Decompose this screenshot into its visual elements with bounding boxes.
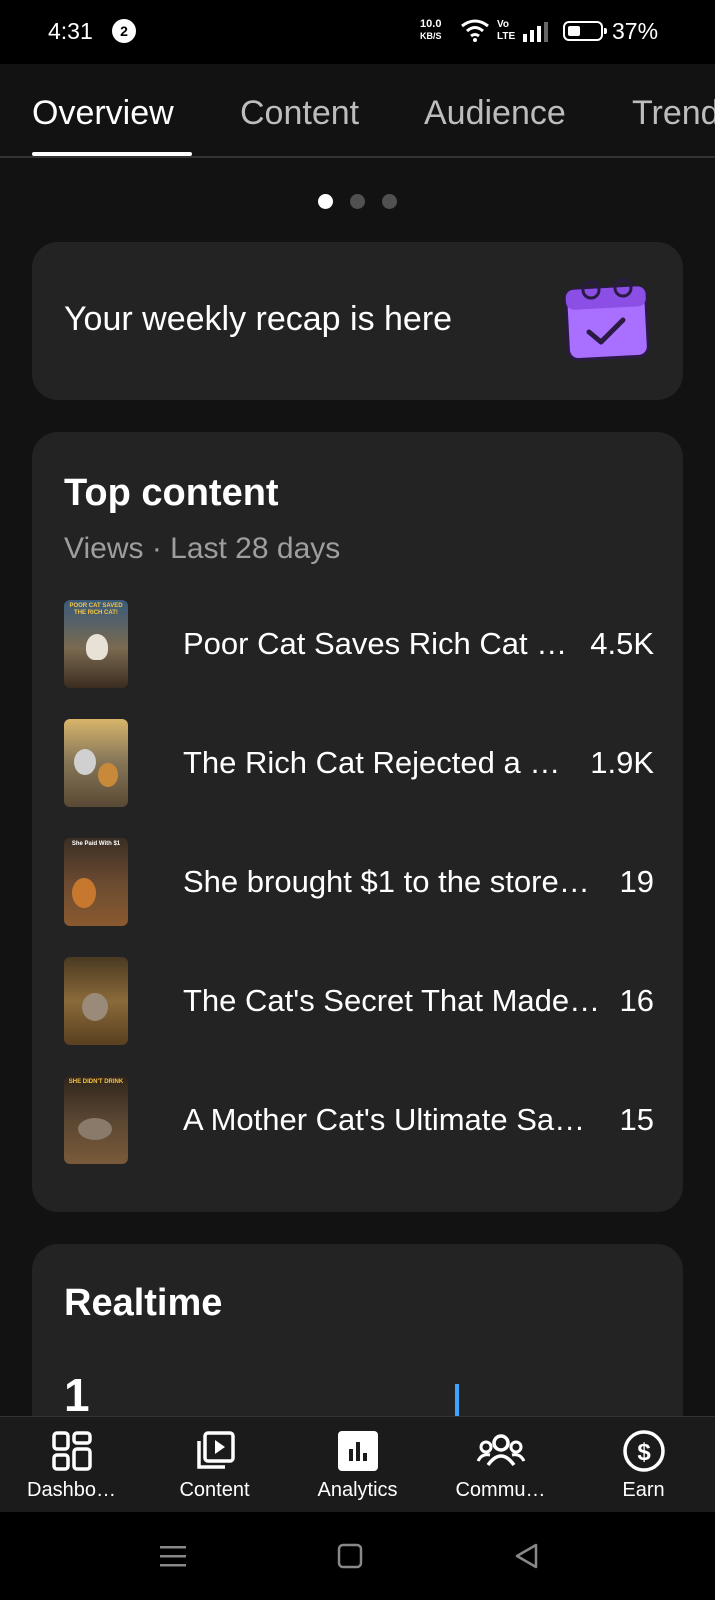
nav-label: Analytics — [317, 1479, 398, 1501]
tab-overview[interactable]: Overview — [32, 94, 174, 133]
bottom-navigation: Dashbo… Content Analytics Commu… $ Earn — [0, 1416, 715, 1512]
battery-icon — [563, 21, 607, 41]
carousel-dot-1[interactable] — [318, 194, 333, 209]
carousel-dot-3[interactable] — [382, 194, 397, 209]
volte-top-label: Vo — [497, 19, 510, 30]
realtime-value: 1 — [64, 1369, 90, 1421]
video-title: Poor Cat Saves Rich Cat … — [183, 626, 568, 661]
tab-content[interactable]: Content — [240, 94, 359, 133]
video-title: She brought $1 to the store… — [183, 864, 590, 899]
top-content-row-1[interactable]: POOR CAT SAVED THE RICH CAT! Poor Cat Sa… — [64, 600, 654, 690]
thumbnail-caption: She Paid With $1 — [71, 841, 121, 847]
tab-bar: Overview Content Audience Trend — [0, 64, 715, 158]
video-title: A Mother Cat's Ultimate Sa… — [183, 1102, 586, 1137]
svg-text:$: $ — [637, 1439, 651, 1466]
network-speed: 10.0 KB/S — [420, 18, 442, 42]
video-title: The Rich Cat Rejected a … — [183, 745, 561, 780]
network-speed-value: 10.0 — [420, 18, 442, 30]
battery-level — [568, 26, 580, 36]
analytics-icon — [337, 1431, 378, 1471]
dashboard-icon — [51, 1431, 92, 1471]
system-navigation-bar — [0, 1512, 715, 1600]
video-views: 15 — [619, 1102, 654, 1137]
realtime-chart-bar — [455, 1384, 459, 1416]
thumbnail-caption: POOR CAT SAVED THE RICH CAT! — [69, 603, 123, 616]
battery-percent: 37% — [612, 18, 659, 44]
network-speed-unit: KB/S — [420, 31, 442, 41]
video-title: The Cat's Secret That Made… — [183, 983, 601, 1018]
wifi-icon — [461, 19, 489, 42]
notification-count-badge: 2 — [112, 19, 136, 43]
top-content-row-4[interactable]: The Cat's Secret That Made… 16 — [64, 957, 654, 1047]
nav-label: Dashbo… — [27, 1479, 116, 1501]
status-bar: 4:31 2 10.0 KB/S Vo LTE 37% — [0, 0, 715, 64]
signal-strength-icon — [523, 22, 548, 42]
recent-apps-icon[interactable] — [158, 1542, 188, 1570]
top-content-row-5[interactable]: SHE DIDN'T DRINK A Mother Cat's Ultimate… — [64, 1076, 654, 1166]
top-content-row-3[interactable]: She Paid With $1 She brought $1 to the s… — [64, 838, 654, 928]
video-thumbnail: SHE DIDN'T DRINK — [64, 1076, 128, 1164]
top-content-card: Top content Views · Last 28 days POOR CA… — [32, 432, 683, 1212]
video-thumbnail: She Paid With $1 — [64, 838, 128, 926]
home-icon[interactable] — [336, 1542, 364, 1570]
thumbnail-caption: SHE DIDN'T DRINK — [68, 1079, 124, 1085]
nav-earn[interactable]: $ Earn — [572, 1417, 715, 1513]
weekly-recap-text: Your weekly recap is here — [64, 300, 453, 338]
top-content-subtitle: Views · Last 28 days — [64, 532, 341, 565]
community-icon — [476, 1434, 525, 1467]
top-content-row-2[interactable]: The Rich Cat Rejected a … 1.9K — [64, 719, 654, 809]
tab-audience[interactable]: Audience — [424, 94, 566, 133]
video-thumbnail — [64, 957, 128, 1045]
video-views: 19 — [619, 864, 654, 899]
back-icon[interactable] — [512, 1542, 540, 1570]
tab-trend[interactable]: Trend — [632, 94, 715, 133]
nav-label: Content — [179, 1479, 250, 1501]
nav-dashboard[interactable]: Dashbo… — [0, 1417, 143, 1513]
earn-dollar-icon: $ — [622, 1430, 665, 1472]
carousel-dot-2[interactable] — [350, 194, 365, 209]
nav-content[interactable]: Content — [143, 1417, 286, 1513]
volte-bottom-label: LTE — [497, 31, 516, 42]
calendar-check-icon — [564, 278, 650, 362]
video-views: 4.5K — [590, 626, 654, 661]
video-views: 16 — [619, 983, 654, 1018]
weekly-recap-card[interactable]: Your weekly recap is here — [32, 242, 683, 400]
top-content-title: Top content — [64, 472, 279, 514]
nav-label: Commu… — [455, 1479, 546, 1501]
realtime-title: Realtime — [64, 1282, 223, 1324]
nav-label: Earn — [622, 1479, 665, 1501]
status-time: 4:31 — [48, 18, 93, 44]
volte-indicator: Vo LTE — [497, 19, 515, 43]
content-library-icon — [196, 1431, 235, 1469]
video-thumbnail — [64, 719, 128, 807]
nav-community[interactable]: Commu… — [429, 1417, 572, 1513]
video-views: 1.9K — [590, 745, 654, 780]
video-thumbnail: POOR CAT SAVED THE RICH CAT! — [64, 600, 128, 688]
nav-analytics[interactable]: Analytics — [286, 1417, 429, 1513]
